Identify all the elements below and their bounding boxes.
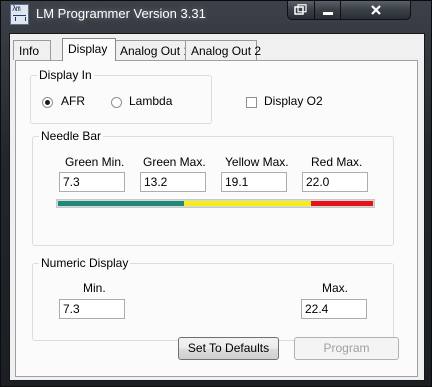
needle-bar-red-segment	[310, 201, 373, 206]
close-icon	[370, 5, 381, 15]
lambda-label: Lambda	[129, 94, 173, 108]
close-button[interactable]	[340, 1, 411, 20]
numeric-max-label: Max.	[322, 281, 349, 295]
green-max-input[interactable]: 13.2	[140, 172, 206, 192]
red-max-label: Red Max.	[311, 155, 363, 169]
green-max-label: Green Max.	[143, 155, 206, 169]
tab-analog-out-1[interactable]: Analog Out 1	[114, 40, 190, 60]
yellow-max-input[interactable]: 19.1	[221, 172, 287, 192]
tab-info[interactable]: Info	[13, 40, 51, 60]
numeric-max-input[interactable]: 22.4	[301, 299, 367, 319]
green-min-label: Green Min.	[65, 155, 125, 169]
dialog-body: Info Display Analog Out 1 Analog Out 2 D…	[9, 33, 425, 381]
minimize-icon	[322, 12, 333, 15]
needle-bar-legend: Needle Bar	[39, 129, 104, 143]
display-o2-label: Display O2	[264, 94, 323, 108]
numeric-display-legend: Numeric Display	[39, 256, 131, 270]
minimize-button[interactable]	[314, 1, 341, 20]
afr-label: AFR	[61, 94, 85, 108]
display-tab-panel: Display In AFR Lambda Display O2 Needle …	[15, 60, 418, 377]
red-max-input[interactable]: 22.0	[302, 172, 368, 192]
yellow-max-label: Yellow Max.	[225, 155, 289, 169]
needle-color-bar	[56, 199, 375, 208]
window-title: LM Programmer Version 3.31	[36, 6, 206, 21]
numeric-min-input[interactable]: 7.3	[59, 299, 125, 319]
set-to-defaults-button[interactable]: Set To Defaults	[178, 337, 279, 360]
needle-bar-green-segment	[58, 201, 185, 206]
tab-display[interactable]: Display	[62, 38, 116, 61]
restore-icon	[294, 4, 307, 15]
restore-button[interactable]	[287, 1, 315, 20]
afr-radio[interactable]	[42, 97, 53, 108]
display-in-legend: Display In	[37, 68, 94, 82]
numeric-min-label: Min.	[83, 281, 106, 295]
needle-bar-yellow-segment	[184, 201, 311, 206]
lambda-radio[interactable]	[111, 97, 122, 108]
program-button[interactable]: Program	[294, 337, 399, 360]
green-min-input[interactable]: 7.3	[59, 172, 125, 192]
display-o2-checkbox[interactable]	[246, 97, 257, 108]
title-bar[interactable]: λm LM Programmer Version 3.31	[1, 1, 431, 33]
app-icon[interactable]: λm	[10, 4, 29, 25]
app-window: λm LM Programmer Version 3.31 Info Displ…	[0, 0, 432, 387]
tab-analog-out-2[interactable]: Analog Out 2	[185, 40, 261, 60]
